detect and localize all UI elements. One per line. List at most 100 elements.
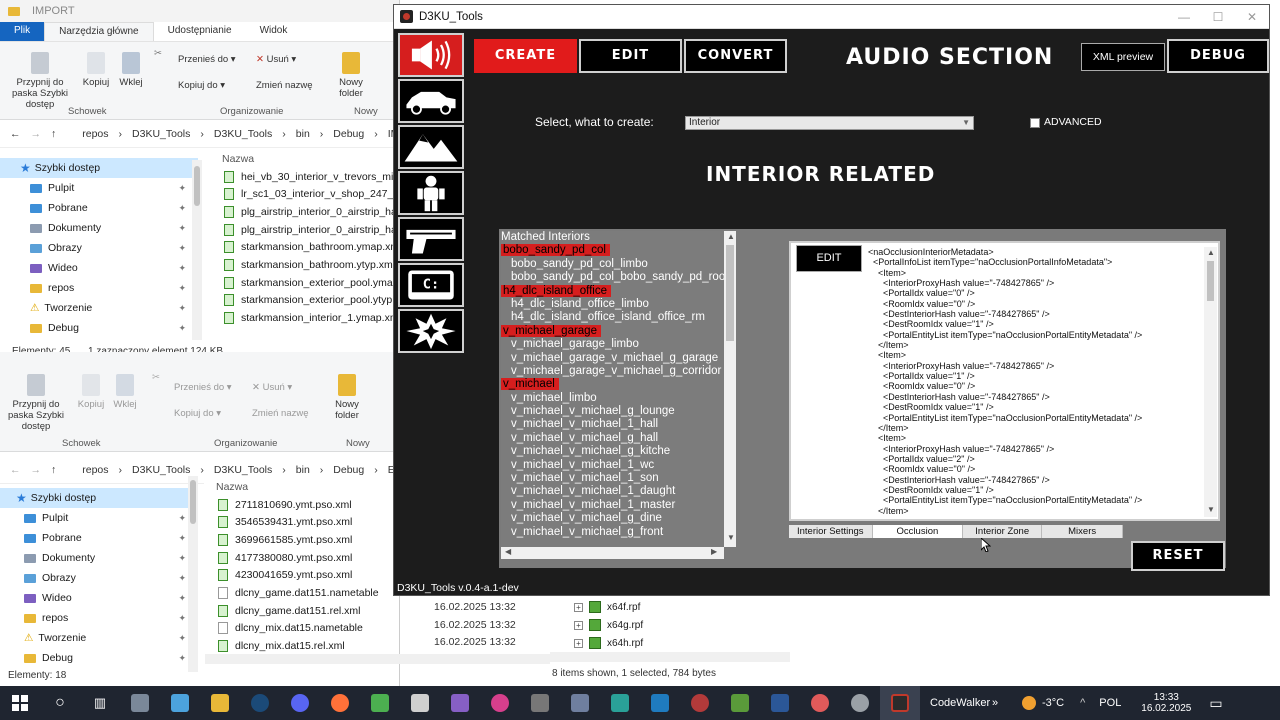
up-icon[interactable]: ↑ bbox=[51, 464, 56, 476]
taskbar-app[interactable] bbox=[840, 686, 880, 720]
file-row[interactable]: 4230041659.ymt.pso.xml bbox=[204, 566, 399, 584]
nav-tworzenie[interactable]: ⚠ Tworzenie ✦ bbox=[0, 298, 198, 318]
audio-section-button[interactable] bbox=[398, 33, 464, 77]
pin-quick-access-button[interactable]: Przypnij do paska Szybki dostęp bbox=[0, 374, 72, 432]
nav-pictures[interactable]: Obrazy ✦ bbox=[0, 568, 198, 588]
interior-group-item[interactable]: v_michael_garage bbox=[501, 324, 724, 338]
nav-videos[interactable]: Wideo ✦ bbox=[0, 588, 198, 608]
tree-item[interactable]: + x64g.rpf bbox=[550, 616, 800, 634]
file-row[interactable]: dlcny_game.dat151.rel.xml bbox=[204, 602, 399, 620]
notification-icon[interactable]: ▭ bbox=[1209, 695, 1222, 712]
expand-icon[interactable]: + bbox=[574, 602, 583, 612]
taskbar-explorer[interactable] bbox=[200, 686, 240, 720]
copy-button[interactable]: Kopiuj bbox=[76, 374, 106, 410]
tree-item[interactable]: + x64h.rpf bbox=[550, 634, 800, 652]
breadcrumb-0[interactable]: repos bbox=[82, 464, 108, 476]
scroll-up-icon[interactable]: ▲ bbox=[1207, 248, 1215, 257]
explosion-section-button[interactable] bbox=[398, 309, 464, 353]
language-indicator[interactable]: POL bbox=[1099, 697, 1121, 709]
edit-mode-button[interactable]: EDIT bbox=[579, 39, 682, 73]
nav-scroll-thumb[interactable] bbox=[194, 166, 200, 206]
breadcrumb-3[interactable]: bin bbox=[296, 128, 310, 140]
taskbar-d3ku-tools[interactable] bbox=[880, 686, 920, 720]
interior-list-item[interactable]: v_michael_v_michael_1_hall bbox=[501, 418, 724, 431]
back-icon[interactable]: ← bbox=[10, 464, 21, 476]
more-icon[interactable]: » bbox=[992, 697, 1012, 709]
interior-list-item[interactable]: v_michael_v_michael_1_master bbox=[501, 499, 724, 512]
breadcrumb-0[interactable]: repos bbox=[82, 128, 108, 140]
copy-to-button[interactable]: Kopiuj do ▾ bbox=[178, 80, 225, 91]
tab-occlusion[interactable]: Occlusion bbox=[872, 525, 964, 538]
new-folder-button[interactable]: Nowy folder bbox=[336, 52, 366, 99]
tab-view[interactable]: Widok bbox=[246, 22, 302, 41]
xml-preview-button[interactable]: XML preview bbox=[1081, 43, 1165, 71]
nav-downloads[interactable]: Pobrane ✦ bbox=[0, 528, 198, 548]
edit-xml-button[interactable]: EDIT bbox=[796, 245, 862, 272]
tree-item[interactable]: + x64f.rpf bbox=[550, 598, 800, 616]
file-row[interactable]: 3546539431.ymt.pso.xml bbox=[204, 513, 399, 531]
list-hscrollbar[interactable]: ◀ ▶ bbox=[501, 547, 724, 559]
taskbar-app[interactable] bbox=[480, 686, 520, 720]
create-type-select[interactable]: Interior ▼ bbox=[685, 116, 974, 130]
rename-button[interactable]: Zmień nazwę bbox=[256, 80, 313, 91]
taskbar-codewalker-label[interactable]: CodeWalker bbox=[930, 697, 990, 709]
paste-button[interactable]: Wklej bbox=[116, 52, 146, 88]
taskbar-app[interactable] bbox=[160, 686, 200, 720]
interior-list-item[interactable]: v_michael_v_michael_1_wc bbox=[501, 459, 724, 472]
file-row[interactable]: lr_sc1_03_interior_v_shop_247_milo_ bbox=[208, 185, 394, 203]
file-row[interactable]: plg_airstrip_interior_0_airstrip_hang bbox=[208, 203, 394, 221]
interior-list-item[interactable]: v_michael_v_michael_g_hall bbox=[501, 432, 724, 445]
scroll-left-icon[interactable]: ◀ bbox=[505, 547, 511, 556]
nav-scrollbar[interactable] bbox=[188, 476, 198, 672]
search-button[interactable]: ○ bbox=[40, 686, 80, 720]
xml-scrollbar[interactable]: ▲ ▼ bbox=[1204, 247, 1217, 517]
advanced-checkbox[interactable] bbox=[1030, 118, 1040, 128]
nav-documents[interactable]: Dokumenty ✦ bbox=[0, 548, 198, 568]
taskbar-app[interactable] bbox=[360, 686, 400, 720]
debug-button[interactable]: DEBUG bbox=[1167, 39, 1269, 73]
breadcrumb-2[interactable]: D3KU_Tools bbox=[214, 464, 272, 476]
interior-list-item[interactable]: v_michael_garage_v_michael_g_corridor bbox=[501, 365, 724, 378]
nav-quick-access[interactable]: ★ Szybki dostęp bbox=[0, 158, 198, 178]
file-row[interactable]: dlcny_mix.dat15.rel.xml bbox=[204, 637, 399, 655]
breadcrumb-1[interactable]: D3KU_Tools bbox=[132, 128, 190, 140]
minimize-icon[interactable]: — bbox=[1167, 5, 1201, 29]
file-row[interactable]: starkmansion_bathroom.ytyp.xml bbox=[208, 256, 394, 274]
copy-button[interactable]: Kopiuj bbox=[80, 52, 112, 88]
expand-icon[interactable]: + bbox=[574, 638, 583, 648]
list-scrollbar[interactable]: ▲ ▼ bbox=[724, 231, 736, 547]
back-icon[interactable]: ← bbox=[10, 128, 21, 140]
tab-home[interactable]: Narzędzia główne bbox=[44, 22, 154, 41]
scroll-right-icon[interactable]: ▶ bbox=[711, 547, 717, 556]
taskbar-app[interactable] bbox=[120, 686, 160, 720]
interior-list-item[interactable]: v_michael_v_michael_g_dine bbox=[501, 512, 724, 525]
nav-desktop[interactable]: Pulpit ✦ bbox=[0, 178, 198, 198]
interior-list-item[interactable]: v_michael_garage_v_michael_g_garage bbox=[501, 352, 724, 365]
up-icon[interactable]: ↑ bbox=[51, 128, 56, 140]
cut-icon[interactable]: ✂ bbox=[148, 372, 164, 383]
column-name-header[interactable]: Nazwa bbox=[204, 478, 399, 496]
tray-chevron-icon[interactable]: ^ bbox=[1080, 697, 1085, 709]
ped-section-button[interactable] bbox=[398, 171, 464, 215]
interior-group-item[interactable]: v_michael bbox=[501, 378, 724, 391]
taskbar-app[interactable] bbox=[680, 686, 720, 720]
interior-list-item[interactable]: v_michael_limbo bbox=[501, 392, 724, 405]
taskbar-app[interactable] bbox=[560, 686, 600, 720]
close-icon[interactable]: ✕ bbox=[1235, 5, 1269, 29]
nav-debug[interactable]: Debug ✦ bbox=[0, 648, 198, 668]
interior-list-item[interactable]: v_michael_v_michael_1_daught bbox=[501, 485, 724, 498]
file-row[interactable]: 2711810690.ymt.pso.xml bbox=[204, 496, 399, 514]
file-row[interactable]: 4177380080.ymt.pso.xml bbox=[204, 549, 399, 567]
tab-interior-zone[interactable]: Interior Zone bbox=[963, 525, 1043, 538]
nav-repos[interactable]: repos ✦ bbox=[0, 278, 198, 298]
tab-share[interactable]: Udostępnianie bbox=[154, 22, 246, 41]
map-section-button[interactable] bbox=[398, 125, 464, 169]
nav-documents[interactable]: Dokumenty ✦ bbox=[0, 218, 198, 238]
file-row[interactable]: starkmansion_exterior_pool.ymap.x bbox=[208, 274, 394, 292]
weapon-section-button[interactable] bbox=[398, 217, 464, 261]
interior-list-item[interactable]: h4_dlc_island_office_limbo bbox=[501, 298, 724, 311]
scroll-down-icon[interactable]: ▼ bbox=[727, 533, 735, 542]
copy-to-button[interactable]: Kopiuj do ▾ bbox=[174, 408, 221, 419]
breadcrumb-4[interactable]: Debug bbox=[333, 128, 364, 140]
nav-quick-access[interactable]: ★ Szybki dostęp bbox=[0, 488, 198, 508]
